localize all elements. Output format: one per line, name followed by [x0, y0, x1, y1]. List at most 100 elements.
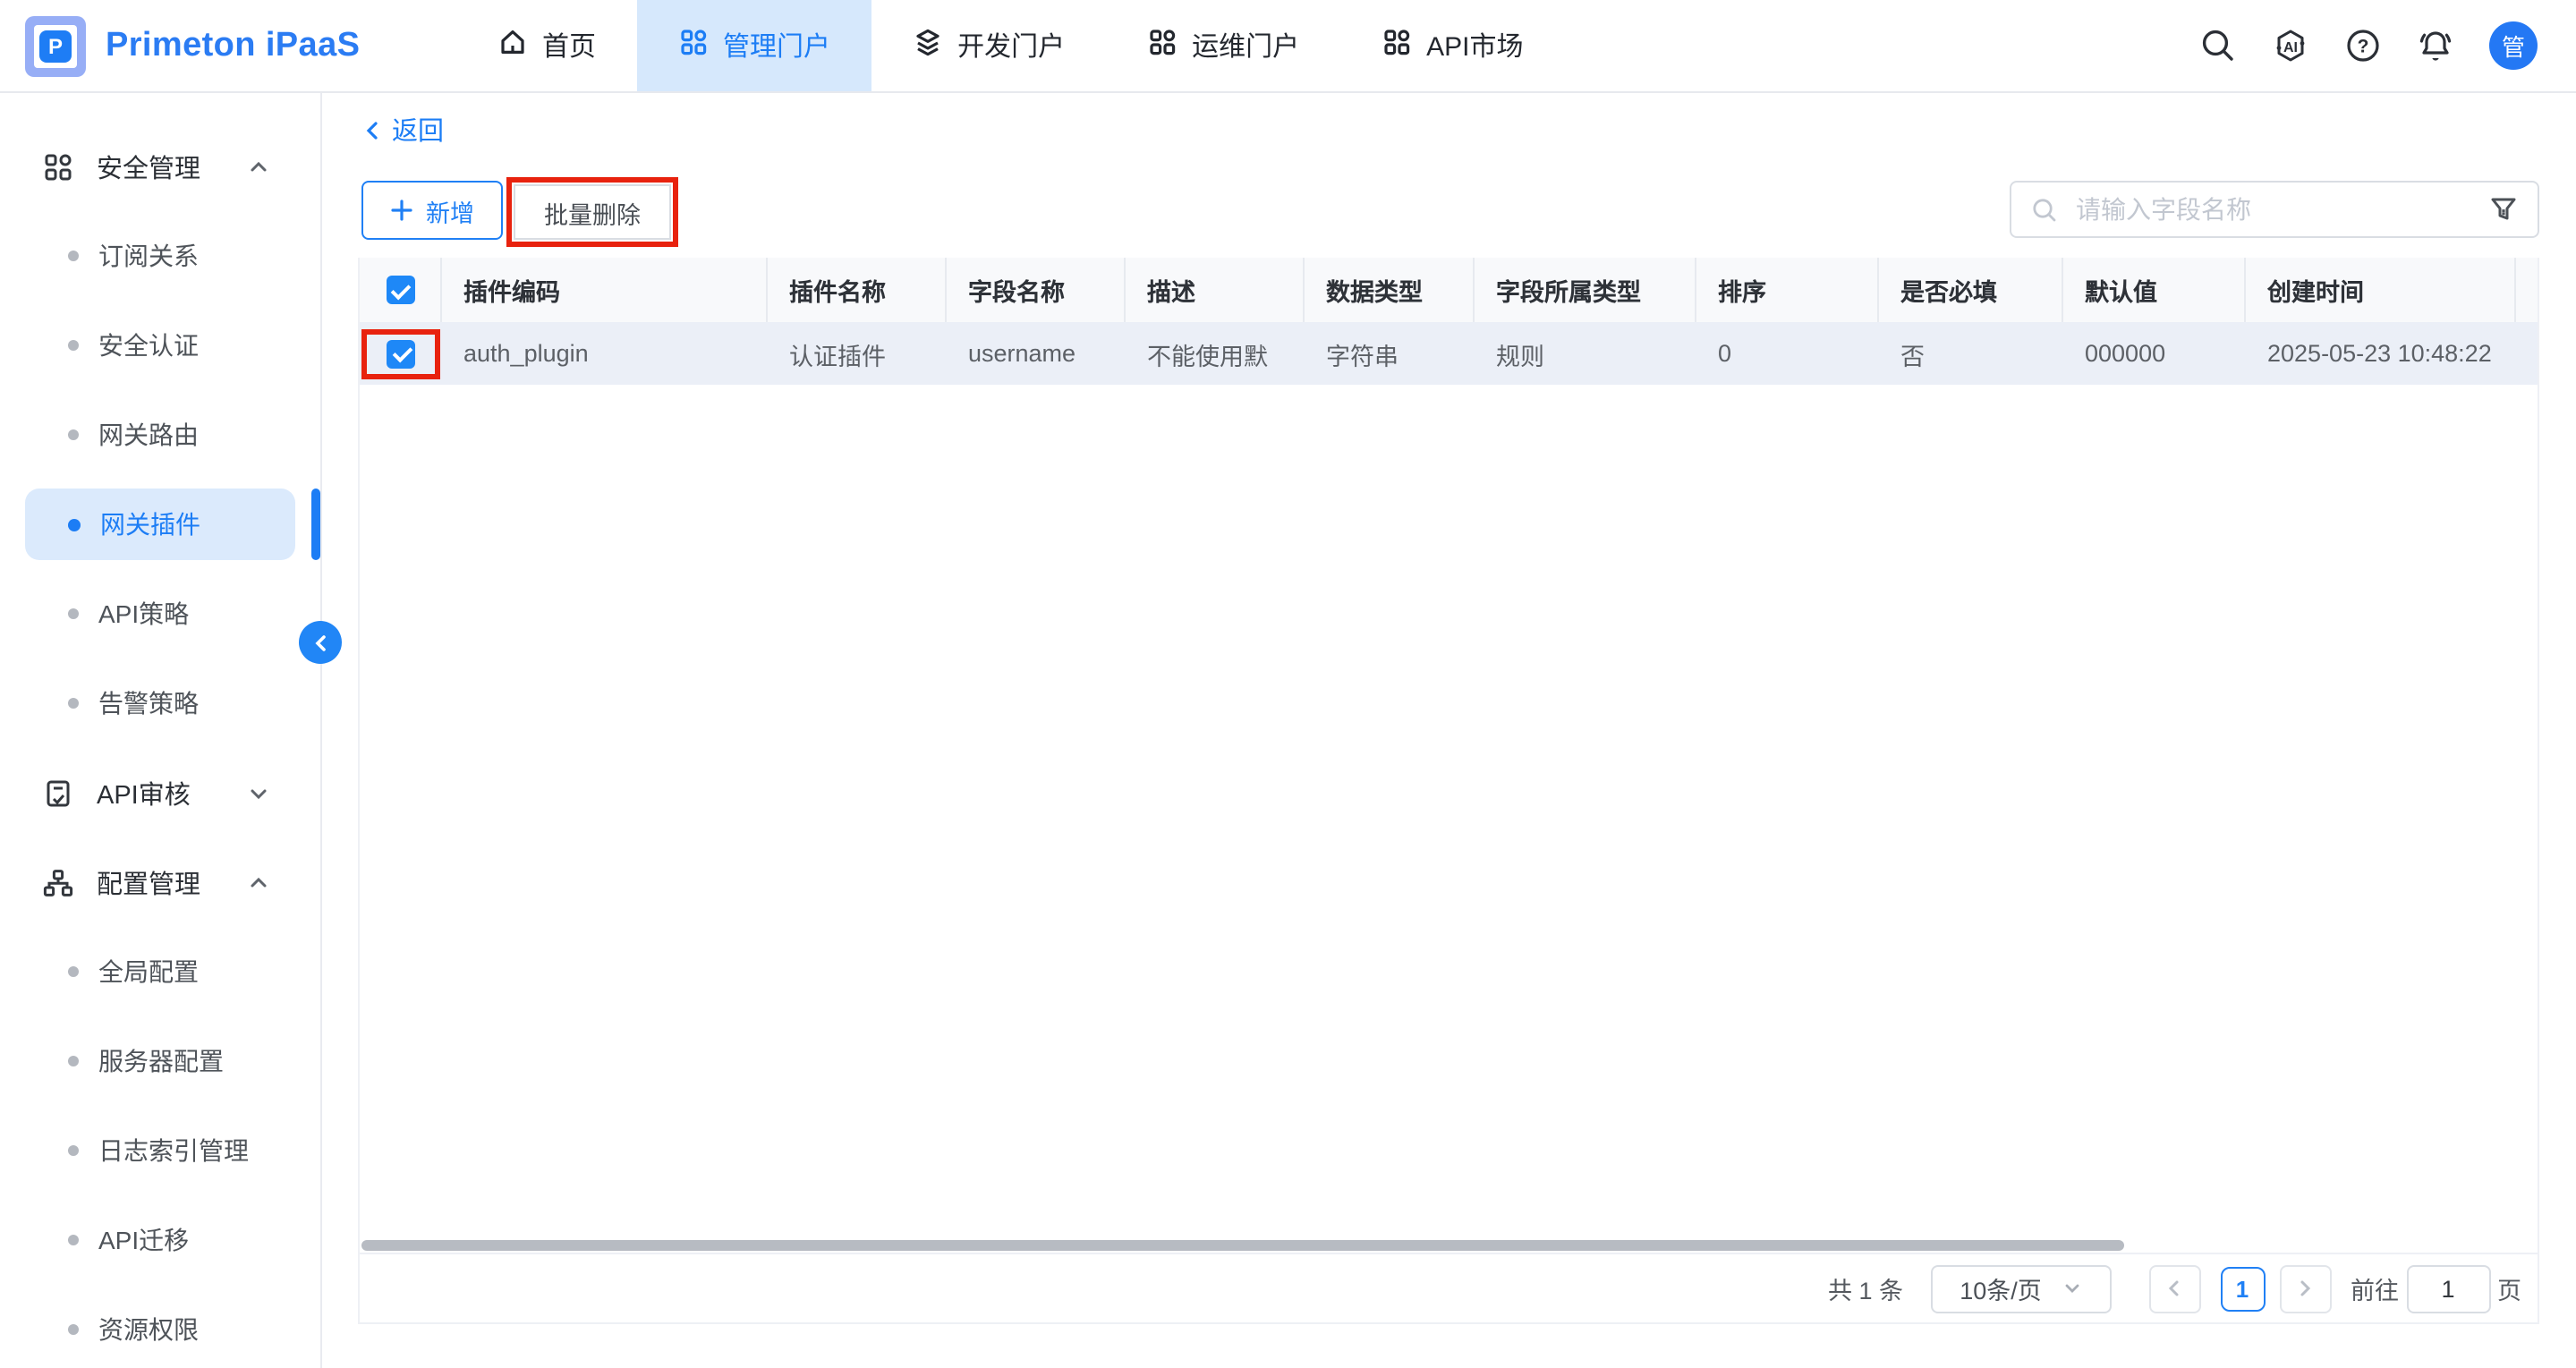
field-search-input[interactable] [2072, 193, 2475, 225]
primary-nav: 首页 管理门户 开发门户 运维门户 API市场 [456, 0, 1565, 91]
page-size-label: 10条/页 [1960, 1270, 2042, 1306]
sidebar-item-label: 日志索引管理 [98, 1133, 249, 1168]
select-all-checkbox[interactable] [386, 276, 414, 304]
cell-required: 否 [1879, 322, 2063, 385]
nav-tab-label: 首页 [542, 27, 596, 64]
ai-assistant-icon[interactable]: AI [2271, 26, 2310, 65]
column-header: 排序 [1696, 258, 1879, 322]
sidebar-item-resource-permission[interactable]: 资源权限 [25, 1294, 295, 1365]
bullet-dot-icon [68, 698, 79, 709]
bullet-dot-icon [68, 966, 79, 977]
table-header-checkbox-cell [360, 258, 442, 322]
brand-logo-icon: P [25, 15, 86, 76]
chevron-left-icon [2165, 1279, 2183, 1297]
sidebar-item-label: 资源权限 [98, 1312, 199, 1347]
bullet-dot-icon [68, 608, 79, 619]
bullet-dot-icon [68, 518, 81, 531]
field-search-box [2010, 181, 2539, 238]
column-header: 更新时间 [2516, 258, 2538, 322]
annotation-box-row-checkbox [361, 328, 440, 378]
page-size-select[interactable]: 10条/页 [1930, 1264, 2111, 1313]
nav-tab-home[interactable]: 首页 [456, 0, 637, 91]
sitemap-icon [43, 867, 73, 897]
sidebar-group-security[interactable]: 安全管理 [0, 131, 320, 202]
brand-title: Primeton iPaaS [106, 26, 360, 65]
column-header: 插件编码 [442, 258, 768, 322]
sidebar-group-label: 安全管理 [97, 148, 200, 185]
horizontal-scrollbar-thumb[interactable] [361, 1240, 2124, 1251]
sidebar-item-label: 网关路由 [98, 417, 199, 453]
user-avatar[interactable]: 管 [2489, 21, 2538, 70]
column-header: 默认值 [2063, 258, 2246, 322]
sidebar-item-label: 全局配置 [98, 954, 199, 990]
nav-tab-ops-portal[interactable]: 运维门户 [1106, 0, 1340, 91]
nav-tab-dev-portal[interactable]: 开发门户 [871, 0, 1106, 91]
notifications-bell-icon[interactable] [2416, 26, 2455, 65]
sidebar-item-label: 订阅关系 [98, 238, 199, 274]
svg-text:?: ? [2358, 37, 2369, 57]
bullet-dot-icon [68, 340, 79, 351]
back-link[interactable]: 返回 [361, 111, 444, 149]
svg-text:AI: AI [2283, 39, 2298, 55]
cell-plugin-code: auth_plugin [442, 322, 768, 385]
home-icon [497, 27, 528, 64]
goto-page-input[interactable] [2406, 1264, 2490, 1313]
page-body: 安全管理 订阅关系 安全认证 网关路由 网关插件 API策略 告警策略 API审… [0, 93, 2576, 1368]
sidebar-item-log-index[interactable]: 日志索引管理 [25, 1115, 295, 1186]
grid-icon [1382, 27, 1412, 64]
chevron-up-icon [249, 157, 268, 176]
plugin-fields-table: 插件编码 插件名称 字段名称 描述 数据类型 字段所属类型 排序 是否必填 默认… [358, 258, 2539, 1324]
annotation-box-batch-delete: 批量删除 [506, 177, 678, 247]
page-number-button[interactable]: 1 [2220, 1266, 2265, 1311]
grid-icon [43, 151, 73, 182]
app: P Primeton iPaaS 首页 管理门户 开发门户 运维门户 A [0, 0, 2576, 1368]
add-button-label: 新增 [426, 192, 474, 228]
sidebar-item-subscription[interactable]: 订阅关系 [25, 220, 295, 292]
nav-tab-admin-portal[interactable]: 管理门户 [637, 0, 871, 91]
grid-icon [678, 27, 709, 64]
column-header: 插件名称 [768, 258, 947, 322]
prev-page-button[interactable] [2148, 1264, 2200, 1313]
nav-tab-label: 开发门户 [957, 27, 1065, 64]
sidebar-item-global-config[interactable]: 全局配置 [25, 936, 295, 1007]
sidebar-group-config[interactable]: 配置管理 [0, 846, 320, 918]
column-header: 是否必填 [1879, 258, 2063, 322]
sidebar-item-api-migration[interactable]: API迁移 [25, 1204, 295, 1276]
sidebar-item-alert-policy[interactable]: 告警策略 [25, 667, 295, 739]
cell-updated-time: 2025-05-23 10:48:22 [2516, 322, 2538, 385]
nav-tab-api-market[interactable]: API市场 [1340, 0, 1564, 91]
sidebar-item-security-auth[interactable]: 安全认证 [25, 310, 295, 381]
sidebar-item-label: 网关插件 [100, 506, 200, 542]
sidebar-item-label: 安全认证 [98, 327, 199, 363]
filter-icon[interactable] [2489, 195, 2518, 224]
sidebar-collapse-toggle[interactable] [299, 621, 342, 664]
column-header: 数据类型 [1305, 258, 1475, 322]
page-unit-label: 页 [2497, 1270, 2521, 1306]
bullet-dot-icon [68, 251, 79, 261]
table-row[interactable]: auth_plugin 认证插件 username 不能使用默 字符串 规则 0… [360, 322, 2538, 385]
sidebar-item-gateway-plugin[interactable]: 网关插件 [25, 489, 295, 560]
sidebar-item-gateway-route[interactable]: 网关路由 [25, 399, 295, 471]
next-page-button[interactable] [2279, 1264, 2331, 1313]
chevron-right-icon [2296, 1279, 2314, 1297]
help-icon[interactable]: ? [2344, 27, 2382, 64]
add-button[interactable]: 新增 [361, 181, 503, 240]
sidebar-group-api-review[interactable]: API审核 [0, 757, 320, 828]
column-header: 描述 [1126, 258, 1305, 322]
sidebar-item-server-config[interactable]: 服务器配置 [25, 1025, 295, 1097]
nav-tab-label: 管理门户 [723, 27, 830, 64]
column-header: 创建时间 [2246, 258, 2516, 322]
search-icon[interactable] [2199, 27, 2237, 64]
sidebar-group-label: 配置管理 [97, 863, 200, 901]
cell-plugin-name: 认证插件 [768, 322, 947, 385]
brand: P Primeton iPaaS [0, 0, 456, 91]
bullet-dot-icon [68, 1145, 79, 1156]
batch-delete-button[interactable]: 批量删除 [514, 184, 671, 240]
sidebar: 安全管理 订阅关系 安全认证 网关路由 网关插件 API策略 告警策略 API审… [0, 93, 322, 1368]
sidebar-item-api-policy[interactable]: API策略 [25, 578, 295, 650]
table-scroll-area: 插件编码 插件名称 字段名称 描述 数据类型 字段所属类型 排序 是否必填 默认… [360, 258, 2538, 385]
plus-icon [390, 199, 413, 222]
cell-description: 不能使用默 [1126, 322, 1305, 385]
sidebar-item-label: API策略 [98, 596, 189, 632]
chevron-left-icon [310, 633, 330, 652]
